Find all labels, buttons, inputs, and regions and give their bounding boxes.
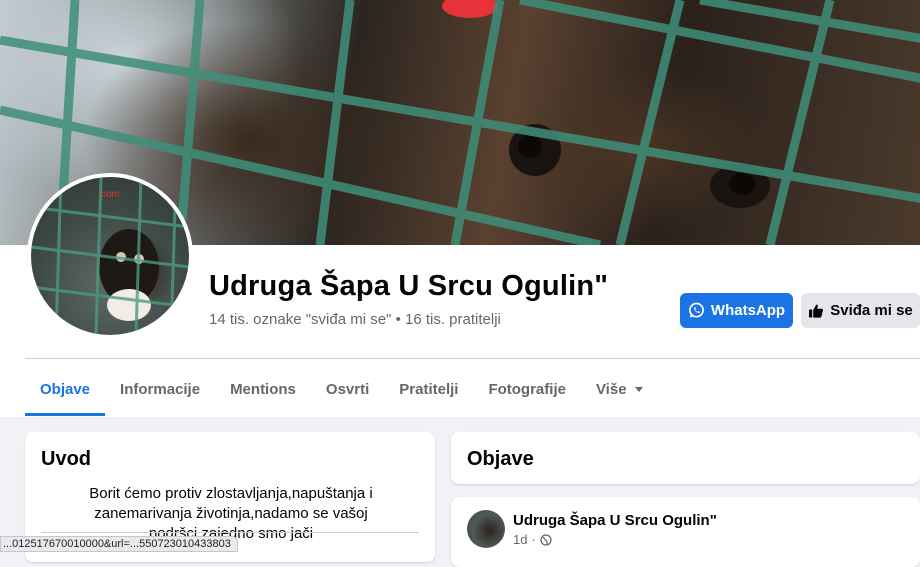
tab-label: Mentions (230, 380, 296, 398)
post-author-avatar[interactable] (467, 510, 505, 548)
like-page-button[interactable]: Sviđa mi se (801, 293, 920, 328)
tab-vise[interactable]: Više (581, 362, 659, 416)
tab-informacije[interactable]: Informacije (105, 362, 215, 416)
tab-mentions[interactable]: Mentions (215, 362, 311, 416)
intro-text: Borit ćemo protiv zlostavljanja,napuštan… (89, 485, 373, 542)
post-time[interactable]: 1d (513, 532, 527, 547)
avatar-watermark: com (101, 189, 120, 200)
tab-label: Pratitelji (399, 380, 459, 398)
post-card: Udruga Šapa U Srcu Ogulin" 1d · (451, 497, 920, 567)
intro-title: Uvod (41, 448, 91, 470)
post-meta: 1d · (513, 532, 552, 547)
tab-label: Fotografije (488, 380, 566, 398)
page-stats[interactable]: 14 tis. oznake "sviđa mi se" • 16 tis. p… (209, 311, 501, 328)
tab-label: Objave (40, 380, 91, 398)
intro-divider (41, 532, 419, 533)
tab-label: Informacije (120, 380, 201, 398)
profile-tabs: Objave Informacije Mentions Osvrti Prati… (25, 362, 659, 417)
tab-osvrti[interactable]: Osvrti (311, 362, 384, 416)
tab-pratitelji[interactable]: Pratitelji (384, 362, 473, 416)
profile-avatar[interactable]: com (27, 173, 193, 339)
tab-label: Osvrti (325, 380, 370, 398)
thumbs-up-icon (809, 304, 824, 318)
whatsapp-button[interactable]: WhatsApp (680, 293, 793, 328)
posts-header-card: Objave (451, 432, 920, 484)
globe-icon (540, 533, 552, 546)
tab-objave[interactable]: Objave (25, 362, 106, 416)
tab-fotografije[interactable]: Fotografije (473, 362, 581, 416)
browser-status-url: ...012517670010000&url=...55072301043380… (0, 536, 238, 552)
like-label: Sviđa mi se (830, 302, 913, 319)
post-author-name[interactable]: Udruga Šapa U Srcu Ogulin" (513, 512, 717, 529)
header-divider (25, 358, 920, 359)
avatar-photo: com (31, 177, 189, 335)
whatsapp-label: WhatsApp (710, 302, 786, 319)
whatsapp-icon (688, 302, 704, 318)
posts-title: Objave (467, 448, 534, 470)
meta-separator: · (531, 532, 536, 547)
caret-down-icon (634, 387, 643, 392)
page-title[interactable]: Udruga Šapa U Srcu Ogulin" (209, 270, 608, 303)
tab-label: Više (595, 380, 627, 398)
